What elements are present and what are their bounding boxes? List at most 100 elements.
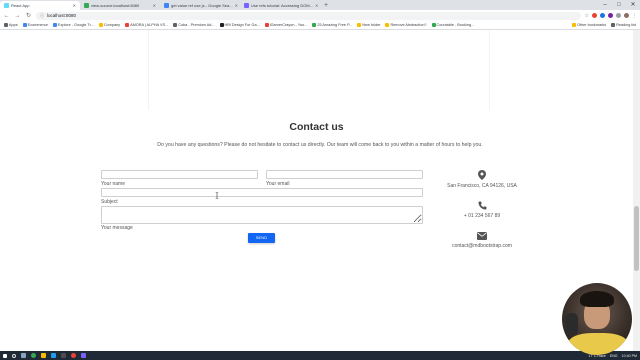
info-icon[interactable]: ⓘ: [40, 12, 44, 20]
minimize-icon[interactable]: –: [598, 0, 612, 10]
bookmark-25-amazing[interactable]: 25 Amazing Free P...: [312, 23, 352, 27]
close-tab-icon[interactable]: ✕: [73, 1, 76, 10]
bookmark-google-trends[interactable]: Explore - Google Tr...: [52, 23, 94, 27]
task-view-icon[interactable]: [21, 353, 26, 358]
folder-icon: [98, 23, 103, 27]
email-input[interactable]: [266, 170, 423, 179]
chrome-icon-2[interactable]: [71, 353, 76, 358]
browser-tab-refs-tutorial[interactable]: Use refs tutorial: Accessing DOM... ✕: [240, 1, 320, 10]
back-arrow-icon[interactable]: ←: [3, 13, 10, 19]
bookmark-favicon-icon: [22, 23, 27, 27]
profile-avatar-icon[interactable]: [624, 13, 629, 18]
extension-purple-icon[interactable]: [608, 13, 613, 18]
terminal-icon[interactable]: [61, 353, 66, 358]
bookmark-countable[interactable]: Countable - Booking...: [431, 23, 475, 27]
bookmark-favicon-icon: [431, 23, 436, 27]
extension-icons: ☆ ⋮: [585, 13, 637, 19]
folder-icon: [385, 23, 390, 27]
bookmark-ecommerce[interactable]: Ecommerce: [22, 23, 48, 27]
bookmark-label: Apps: [9, 23, 18, 27]
name-input[interactable]: [101, 170, 258, 179]
address-bar[interactable]: ⓘ localhost:8080: [36, 11, 581, 20]
folder-icon: [357, 23, 362, 27]
tutorial-favicon-icon: [244, 3, 249, 8]
bookmark-company[interactable]: Company: [98, 23, 120, 27]
bookmark-label: Remove Abstraction?: [390, 23, 427, 27]
browser-tab-strip: React App ✕ view-source:localhost:8080 ✕…: [0, 0, 640, 10]
maximize-icon[interactable]: □: [612, 0, 626, 10]
extension-red-icon[interactable]: [592, 13, 597, 18]
vue-favicon-icon: [84, 3, 89, 8]
bookmark-cuba[interactable]: Cuba - Premium Ad...: [173, 23, 215, 27]
bookmark-hbi-design[interactable]: HBI Design For Ga...: [219, 23, 260, 27]
email-label: Your email: [266, 181, 290, 187]
reading-list-icon: [611, 23, 616, 27]
bookmark-label: Reading list: [616, 23, 636, 27]
tab-title: view-source:localhost:8080: [91, 3, 140, 8]
address-text: San Francisco, CA 94126, USA: [447, 183, 517, 189]
google-favicon-icon: [164, 3, 169, 8]
forward-arrow-icon[interactable]: →: [14, 13, 21, 19]
search-icon[interactable]: [12, 353, 16, 358]
presenter-shirt: [568, 333, 628, 355]
chrome-icon[interactable]: [31, 353, 36, 358]
close-tab-icon[interactable]: ✕: [235, 1, 238, 10]
react-favicon-icon: [4, 3, 9, 8]
bookmark-reading-list[interactable]: Reading list: [611, 23, 636, 27]
browser-tab-react-app[interactable]: React App ✕: [0, 1, 80, 10]
address-text: localhost:8080: [47, 12, 77, 18]
page-scrollbar[interactable]: [633, 30, 640, 351]
map-marker-icon: [478, 170, 486, 180]
extension-gray-icon[interactable]: [616, 13, 621, 18]
bookmark-label: New folder: [362, 23, 381, 27]
bookmark-label: iGamerCrayon - You...: [269, 23, 308, 27]
close-tab-icon[interactable]: ✕: [315, 1, 318, 10]
bookmark-favicon-icon: [312, 23, 317, 27]
close-window-icon[interactable]: ✕: [626, 0, 640, 10]
bookmark-label: AMORA | ALPHA VS...: [130, 23, 169, 27]
scrollbar-thumb[interactable]: [634, 206, 639, 271]
bookmark-favicon-icon: [52, 23, 57, 27]
bookmark-new-folder[interactable]: New folder: [357, 23, 380, 27]
message-textarea[interactable]: [101, 206, 423, 224]
bookmark-star-icon[interactable]: ☆: [585, 13, 589, 19]
subject-input[interactable]: [101, 188, 423, 197]
bookmark-favicon-icon: [219, 23, 224, 27]
new-tab-button[interactable]: +: [320, 1, 332, 10]
bookmark-remove-abstraction[interactable]: Remove Abstraction?: [385, 23, 427, 27]
windows-start-icon[interactable]: [3, 353, 7, 358]
envelope-icon: [477, 232, 487, 240]
bookmark-label: Cuba - Premium Ad...: [178, 23, 215, 27]
bookmark-apps[interactable]: Apps: [4, 23, 18, 27]
name-label: Your name: [101, 181, 125, 187]
browser-tab-google-search[interactable]: get value ref use js - Google Sea... ✕: [160, 1, 240, 10]
menu-dots-icon[interactable]: ⋮: [632, 13, 637, 19]
bookmark-label: Countable - Booking...: [436, 23, 475, 27]
bookmark-favicon-icon: [173, 23, 178, 27]
bookmark-amora[interactable]: AMORA | ALPHA VS...: [125, 23, 168, 27]
app-icon[interactable]: [81, 353, 86, 358]
bookmark-igamercrayon[interactable]: iGamerCrayon - You...: [264, 23, 308, 27]
phone-info: + 01 234 567 89: [432, 201, 532, 219]
browser-tab-view-source[interactable]: view-source:localhost:8080 ✕: [80, 1, 160, 10]
card-outline: [148, 30, 490, 110]
bookmarks-bar: Apps Ecommerce Explore - Google Tr... Co…: [0, 21, 640, 30]
close-tab-icon[interactable]: ✕: [153, 1, 156, 10]
file-explorer-icon[interactable]: [41, 353, 46, 358]
microphone-shape: [566, 313, 578, 335]
bookmark-label: Other bookmarks: [577, 23, 607, 27]
vscode-icon[interactable]: [51, 353, 56, 358]
bookmark-label: 25 Amazing Free P...: [317, 23, 353, 27]
youtube-icon: [264, 23, 269, 27]
extension-blue-icon[interactable]: [600, 13, 605, 18]
tab-title: React App: [11, 3, 30, 8]
tab-title: Use refs tutorial: Accessing DOM...: [251, 3, 314, 8]
bookmark-other[interactable]: Other bookmarks: [572, 23, 606, 27]
send-button[interactable]: SEND: [248, 233, 275, 243]
webcam-overlay: [562, 283, 632, 355]
windows-taskbar: 17°C Haze ENG 10:40 PM: [0, 351, 640, 360]
contact-description: Do you have any questions? Please do not…: [157, 142, 483, 148]
text-cursor-icon: [215, 192, 219, 199]
reload-icon[interactable]: ↻: [25, 12, 32, 19]
contact-title: Contact us: [289, 121, 344, 133]
